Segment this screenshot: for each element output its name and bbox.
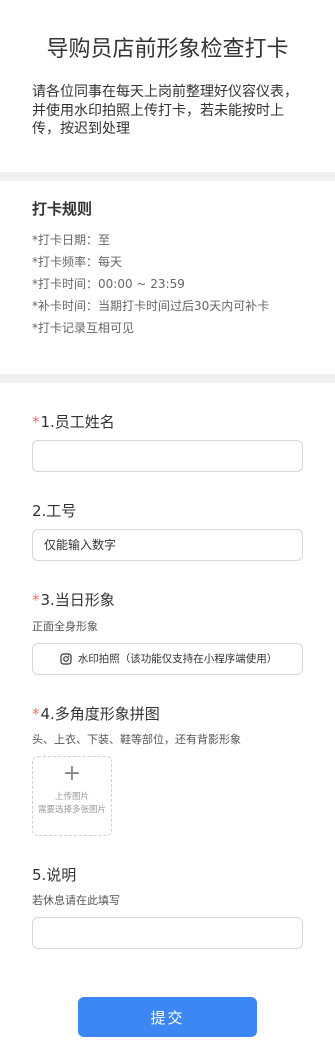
- page-title: 导购员店前形象检查打卡: [46, 37, 289, 62]
- rule-frequency: *打卡频率：每天: [32, 255, 123, 269]
- question-4-title: *4.多角度形象拼图: [32, 704, 160, 724]
- question-5-label: 5.说明: [32, 866, 77, 884]
- rule-time: *打卡时间：00:00 ~ 23:59: [32, 277, 185, 291]
- question-2-label: 2.工号: [32, 502, 77, 520]
- employee-id-input[interactable]: 仅能输入数字: [32, 529, 303, 561]
- watermark-photo-label: 水印拍照（该功能仅支持在小程序端使用）: [77, 653, 278, 665]
- required-mark: *: [32, 413, 40, 431]
- upload-hint-line1: 上传图片: [54, 792, 89, 802]
- question-3-subtitle: 正面全身形象: [32, 620, 98, 633]
- employee-id-placeholder: 仅能输入数字: [44, 538, 117, 552]
- remarks-input[interactable]: [32, 917, 303, 949]
- question-5-subtitle: 若休息请在此填写: [32, 894, 120, 907]
- question-4-subtitle: 头、上衣、下装、鞋等部位，还有背影形象: [32, 733, 241, 746]
- question-3-label: 3.当日形象: [40, 591, 115, 609]
- section-divider: [0, 374, 335, 383]
- question-2-title: 2.工号: [32, 501, 76, 521]
- form-description: 请各位同事在每天上岗前整理好仪容仪表，并使用水印拍照上传打卡，若未能按时上传，按…: [32, 84, 298, 137]
- rules-title: 打卡规则: [32, 200, 93, 218]
- employee-name-input[interactable]: [32, 440, 303, 472]
- watermark-photo-button[interactable]: 水印拍照（该功能仅支持在小程序端使用）: [32, 643, 303, 675]
- upload-hint: 上传图片 需要选择多张图片: [37, 791, 107, 817]
- required-mark: *: [32, 591, 40, 609]
- question-4-label: 4.多角度形象拼图: [40, 705, 160, 723]
- question-3-title: *3.当日形象: [32, 590, 115, 610]
- required-mark: *: [32, 705, 40, 723]
- section-divider: [0, 172, 335, 181]
- image-upload-button[interactable]: + 上传图片 需要选择多张图片: [32, 756, 112, 836]
- upload-hint-line2: 需要选择多张图片: [37, 805, 106, 815]
- rule-visibility: *打卡记录互相可见: [32, 321, 135, 335]
- question-1-label: 1.员工姓名: [40, 413, 115, 431]
- form-header: 导购员店前形象检查打卡 请各位同事在每天上岗前整理好仪容仪表，并使用水印拍照上传…: [0, 0, 335, 172]
- submit-button[interactable]: 提交: [78, 997, 257, 1037]
- question-1-title: *1.员工姓名: [32, 412, 115, 432]
- checkin-form-page: 导购员店前形象检查打卡 请各位同事在每天上岗前整理好仪容仪表，并使用水印拍照上传…: [0, 0, 335, 1053]
- rule-makeup: *补卡时间：当期打卡时间过后30天内可补卡: [32, 299, 270, 313]
- rules-list: *打卡日期：至 *打卡频率：每天 *打卡时间：00:00 ~ 23:59 *补卡…: [32, 229, 302, 339]
- question-5-title: 5.说明: [32, 865, 76, 885]
- camera-icon: [60, 653, 72, 665]
- watermark-photo-button-content: 水印拍照（该功能仅支持在小程序端使用）: [33, 644, 304, 674]
- plus-icon: +: [62, 761, 82, 786]
- rule-date: *打卡日期：至: [32, 233, 111, 247]
